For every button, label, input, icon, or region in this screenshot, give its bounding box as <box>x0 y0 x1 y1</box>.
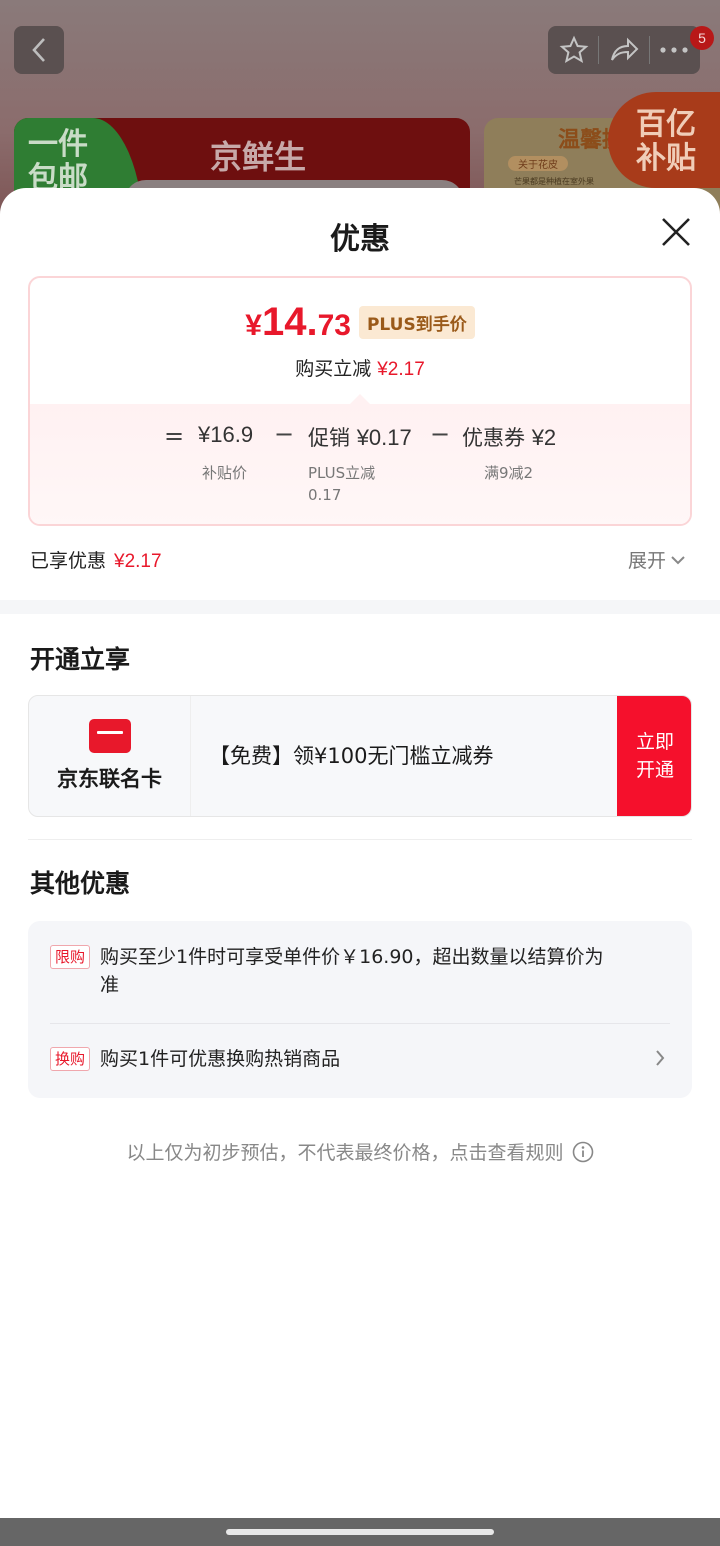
plus-price-tag: PLUS到手价 <box>358 306 475 339</box>
close-icon[interactable] <box>658 214 694 250</box>
price-summary: ¥14.73 PLUS到手价 购买立减 ¥2.17 <box>30 278 690 406</box>
coupon-discount: 优惠券 ¥2 <box>462 422 556 452</box>
enjoyed-label: 已享优惠 <box>30 550 107 572</box>
divider <box>597 36 599 64</box>
price-decimal: 73 <box>317 309 351 342</box>
free-shipping-label: 一件包邮 <box>28 127 88 196</box>
other-discounts-list: 限购 购买至少1件时可享受单件价￥16.90，超出数量以结算价为准 换购 购买1… <box>28 921 692 1098</box>
price-currency: ¥ <box>245 309 262 342</box>
co-brand-card: 京东联名卡 <box>29 696 191 816</box>
promo-discount: 促销 ¥0.17 <box>308 422 412 452</box>
promo-sub-line1: PLUS立减 <box>308 464 376 482</box>
final-price: ¥14.73 <box>245 300 351 345</box>
card-name: 京东联名卡 <box>57 767 162 791</box>
top-actions <box>548 26 700 74</box>
co-brand-card-offer[interactable]: 京东联名卡 【免费】领¥100无门槛立减券 立即 开通 <box>28 695 692 817</box>
save-amount: ¥2.17 <box>377 359 425 380</box>
open-now-button[interactable]: 立即 开通 <box>617 696 691 816</box>
open-button-line1: 立即 <box>635 731 674 753</box>
back-button[interactable] <box>14 26 64 74</box>
limit-tag: 限购 <box>50 945 91 969</box>
promo-sub-line2: 0.17 <box>308 486 342 504</box>
enjoyed-discount: 已享优惠 ¥2.17 <box>30 546 162 573</box>
footnote-text: 以上仅为初步预估，不代表最终价格，点击查看规则 <box>126 1142 564 1164</box>
open-section-title: 开通立享 <box>30 645 131 674</box>
minus-sign: − <box>430 420 451 448</box>
enjoyed-amount: ¥2.17 <box>114 551 162 572</box>
banner-right-sub: 关于花皮 <box>508 156 568 171</box>
coupon-sub: 满9减2 <box>484 464 534 482</box>
list-item[interactable]: 换购 购买1件可优惠换购热销商品 <box>50 1045 670 1073</box>
discount-sheet: 优惠 ¥14.73 PLUS到手价 购买立减 ¥2.17 = ¥16.9 补贴价 … <box>0 188 720 1518</box>
save-label: 购买立减 <box>295 358 372 380</box>
expand-button[interactable]: 展开 <box>628 546 686 573</box>
banner-right-note: 芒果都是种植在室外果 <box>514 177 594 186</box>
more-icon[interactable] <box>659 46 689 54</box>
price-card: ¥14.73 PLUS到手价 购买立减 ¥2.17 = ¥16.9 补贴价 − 促… <box>28 276 692 526</box>
star-icon[interactable] <box>559 35 589 65</box>
promo-sub: PLUS立减 0.17 <box>308 462 375 506</box>
card-offer-text: 【免费】领¥100无门槛立减券 <box>209 744 494 768</box>
divider <box>50 1023 670 1024</box>
caret-pointer <box>350 394 370 404</box>
promo-label: 促销 <box>308 426 350 450</box>
price-breakdown: = ¥16.9 补贴价 − 促销 ¥0.17 PLUS立减 0.17 − 优惠券… <box>30 404 690 524</box>
sheet-title: 优惠 <box>330 222 390 257</box>
exchange-tag: 换购 <box>50 1047 91 1071</box>
home-indicator[interactable] <box>226 1529 494 1535</box>
list-item: 限购 购买至少1件时可享受单件价￥16.90，超出数量以结算价为准 <box>50 943 670 999</box>
subsidy-badge[interactable]: 百亿补贴 <box>608 92 720 188</box>
subsidy-label: 百亿补贴 <box>636 107 696 176</box>
rules-footnote[interactable]: 以上仅为初步预估，不代表最终价格，点击查看规则 <box>0 1138 720 1165</box>
banner-left-title: 京鲜生 <box>210 138 307 176</box>
instant-save-row: 购买立减 ¥2.17 <box>30 354 690 381</box>
chevron-right-icon[interactable] <box>654 1049 666 1067</box>
share-icon[interactable] <box>608 36 640 64</box>
section-divider <box>0 600 720 614</box>
background-page: 5 一件包邮 京鲜生 温馨提 关于花皮 芒果都是种植在室外果 百亿补贴 <box>0 0 720 220</box>
expand-label: 展开 <box>628 550 667 572</box>
cart-badge: 5 <box>690 26 714 50</box>
base-price-label: 补贴价 <box>202 464 248 482</box>
coupon-label: 优惠券 <box>462 426 525 450</box>
base-price: ¥16.9 <box>198 422 253 448</box>
price-integer: 14. <box>261 300 318 344</box>
info-icon[interactable] <box>572 1141 594 1163</box>
chevron-left-icon <box>32 38 45 62</box>
chevron-down-icon <box>671 555 685 564</box>
divider <box>649 36 651 64</box>
limit-text: 购买至少1件时可享受单件价￥16.90，超出数量以结算价为准 <box>100 946 604 996</box>
equals-sign: = <box>164 422 185 450</box>
other-section-title: 其他优惠 <box>30 869 131 898</box>
system-nav-bar <box>0 1518 720 1546</box>
promo-amount: ¥0.17 <box>356 425 412 450</box>
coupon-amount: ¥2 <box>531 425 557 450</box>
divider <box>28 839 692 840</box>
minus-sign: − <box>274 420 295 448</box>
base-price-value: ¥16.9 <box>198 422 254 447</box>
exchange-text: 购买1件可优惠换购热销商品 <box>100 1048 341 1070</box>
credit-card-icon <box>88 719 131 753</box>
open-button-line2: 开通 <box>635 759 674 781</box>
final-price-row: ¥14.73 PLUS到手价 <box>30 300 690 345</box>
